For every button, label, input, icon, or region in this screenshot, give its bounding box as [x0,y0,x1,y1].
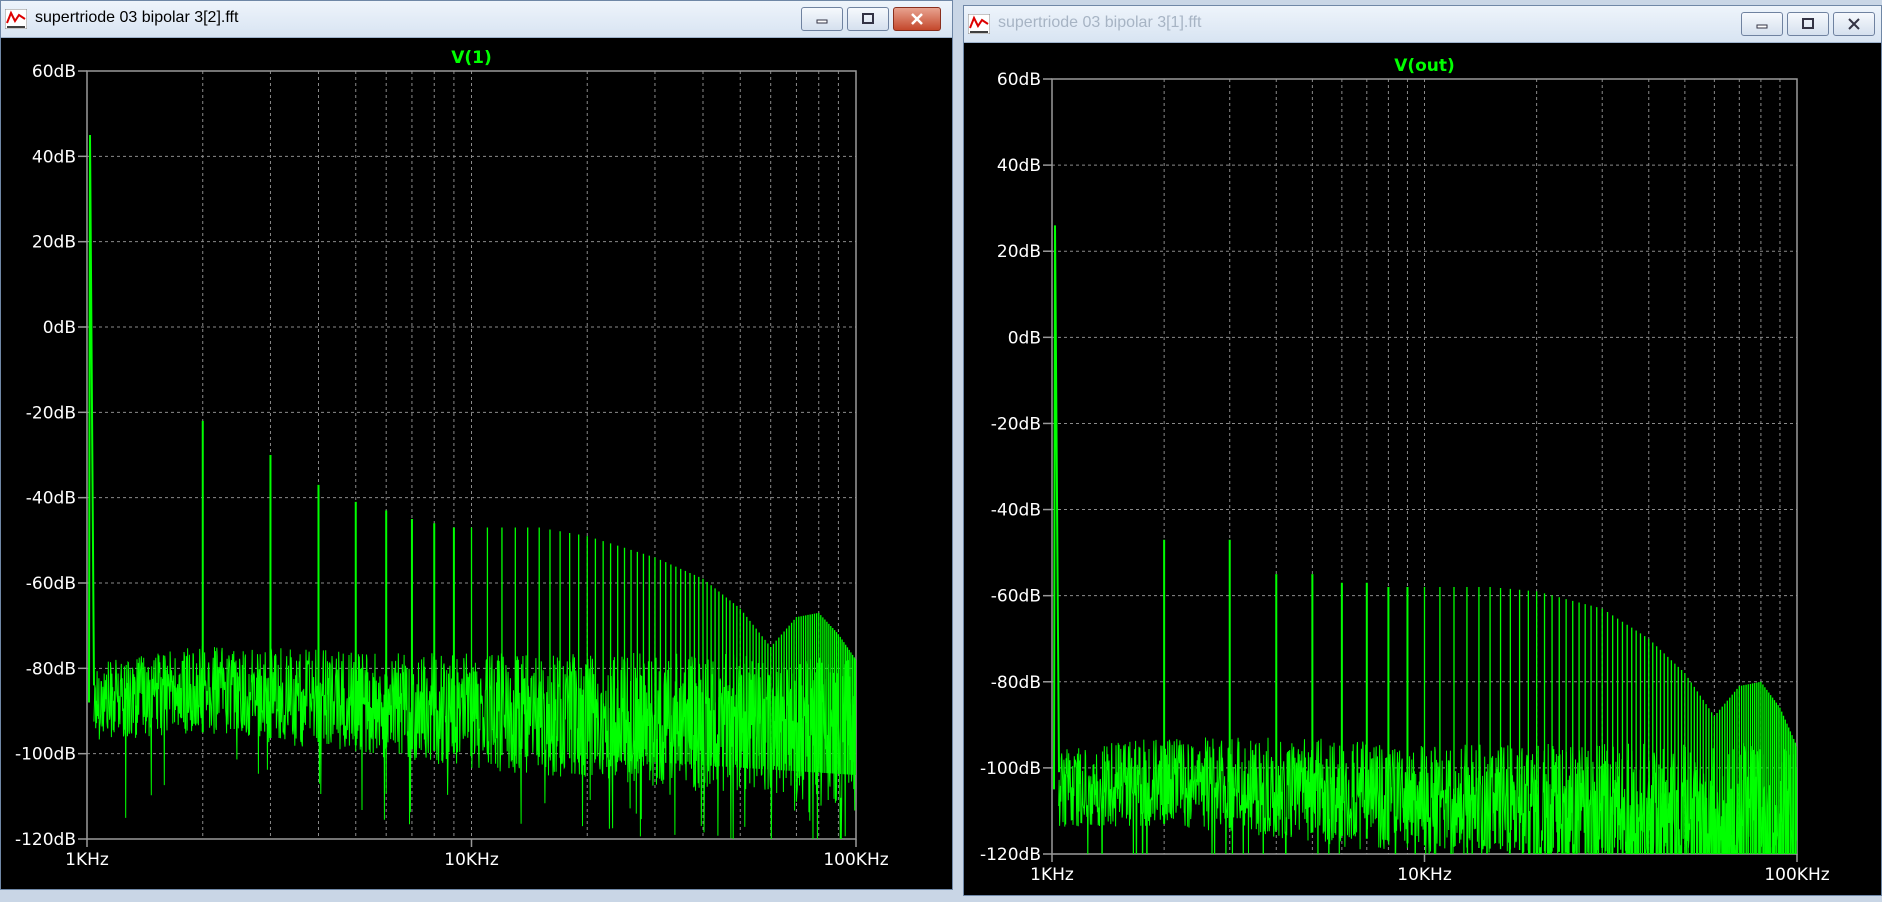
fundamental-peak [1053,225,1060,790]
maximize-icon [1802,18,1814,29]
maximize-button[interactable] [847,7,889,31]
y-tick-label: 20dB [997,242,1041,262]
y-tick-label: -80dB [26,659,76,679]
y-tick-label: -100dB [15,745,76,765]
close-button[interactable] [1833,12,1875,36]
minimize-button[interactable] [1741,12,1783,36]
plot-window-right[interactable]: supertriode 03 bipolar 3[1].fft V(out) 60… [963,5,1882,896]
y-tick-label: 60dB [32,62,76,82]
minimize-icon [816,19,828,24]
x-tick-label: 1KHz [1030,865,1074,885]
fft-chart-v1[interactable]: V(1) 60dB 40dB 20dB 0dB -20dB -40dB -60dB -80dB -… [1,38,952,889]
y-tick-label: 20dB [32,233,76,253]
y-tick-label: -80dB [991,673,1041,693]
plot-pane[interactable]: V(1) 60dB 40dB 20dB 0dB -20dB -40dB -60dB -80dB -… [1,38,952,889]
x-tick-label: 10KHz [1397,865,1452,885]
y-tick-label: -20dB [991,414,1041,434]
plot-pane[interactable]: V(out) 60dB 40dB 20dB 0dB -20dB -40dB -60dB -80d… [964,43,1881,895]
y-tick-label: 40dB [997,156,1041,176]
y-tick-label: -120dB [15,830,76,850]
fundamental-peak [88,134,95,703]
close-icon [911,13,923,25]
y-tick-label: 40dB [32,147,76,167]
y-tick-label: -60dB [991,587,1041,607]
chart-title[interactable]: V(out) [1394,56,1455,76]
close-icon [1848,18,1860,30]
maximize-button[interactable] [1787,12,1829,36]
fft-chart-vout[interactable]: V(out) 60dB 40dB 20dB 0dB -20dB -40dB -60dB -80d… [964,43,1881,895]
close-button[interactable] [893,7,941,31]
waveform-app-icon [5,9,27,29]
y-tick-label: 0dB [43,318,76,338]
window-title: supertriode 03 bipolar 3[2].fft [35,9,239,26]
noise-floor-trace [93,645,856,839]
y-tick-label: 60dB [997,70,1041,90]
plot-window-left[interactable]: supertriode 03 bipolar 3[2].fft V(1) 60dB… [0,0,953,890]
title-bar[interactable]: supertriode 03 bipolar 3[2].fft [1,1,952,38]
y-tick-label: -40dB [991,501,1041,521]
x-tick-label: 100KHz [823,850,888,870]
x-tick-label: 10KHz [444,850,499,870]
window-title: supertriode 03 bipolar 3[1].fft [998,14,1202,31]
x-tick-label: 100KHz [1764,865,1829,885]
y-tick-label: -120dB [980,845,1041,865]
y-tick-label: 0dB [1008,328,1041,348]
y-tick-label: -20dB [26,403,76,423]
y-tick-label: -100dB [980,759,1041,779]
y-tick-label: -60dB [26,574,76,594]
maximize-icon [862,13,874,24]
x-tick-label: 1KHz [65,850,109,870]
minimize-icon [1756,24,1768,29]
title-bar[interactable]: supertriode 03 bipolar 3[1].fft [964,6,1881,43]
y-tick-label: -40dB [26,489,76,509]
minimize-button[interactable] [801,7,843,31]
chart-title[interactable]: V(1) [451,48,492,68]
waveform-app-icon [968,14,990,34]
